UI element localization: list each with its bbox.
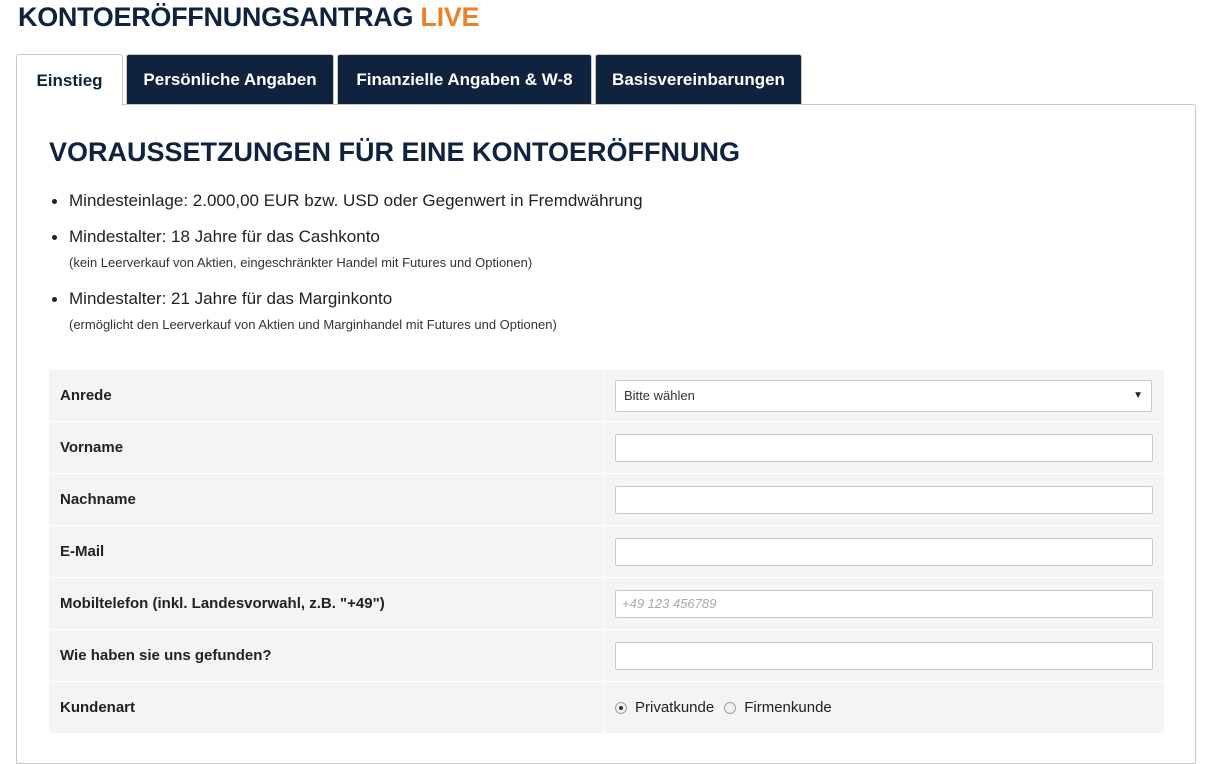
form-row-anrede: Anrede Bitte wählen ▼ [49, 370, 1164, 422]
mobiltelefon-input[interactable] [615, 589, 1153, 618]
page-title: KONTOERÖFFNUNGSANTRAG LIVE [18, 2, 480, 33]
list-item: Mindestalter: 18 Jahre für das Cashkonto… [50, 225, 643, 287]
form-row-email: E-Mail [49, 526, 1164, 578]
list-item: Mindesteinlage: 2.000,00 EUR bzw. USD od… [50, 189, 643, 225]
email-input[interactable] [615, 537, 1153, 566]
requirement-note: (kein Leerverkauf von Aktien, eingeschrä… [69, 255, 533, 270]
mobiltelefon-label: Mobiltelefon (inkl. Landesvorwahl, z.B. … [49, 578, 605, 629]
form-row-mobiltelefon: Mobiltelefon (inkl. Landesvorwahl, z.B. … [49, 578, 1164, 630]
form-row-vorname: Vorname [49, 422, 1164, 474]
requirement-text: Mindestalter: 18 Jahre für das Cashkonto [69, 227, 380, 246]
radio-privatkunde[interactable] [615, 701, 627, 714]
nachname-label: Nachname [49, 474, 605, 525]
requirement-note: (ermöglicht den Leerverkauf von Aktien u… [69, 317, 557, 332]
vorname-field-cell [605, 422, 1164, 473]
requirements-list: Mindesteinlage: 2.000,00 EUR bzw. USD od… [50, 189, 643, 337]
form-row-referral: Wie haben sie uns gefunden? [49, 630, 1164, 682]
live-badge: LIVE [420, 2, 480, 32]
section-title: VORAUSSETZUNGEN FÜR EINE KONTOERÖFFNUNG [49, 137, 741, 167]
tab-persoenliche-angaben[interactable]: Persönliche Angaben [126, 54, 334, 105]
mobiltelefon-field-cell [605, 578, 1164, 629]
tab-einstieg[interactable]: Einstieg [16, 54, 123, 106]
referral-label: Wie haben sie uns gefunden? [49, 630, 605, 681]
kundenart-field-cell: Privatkunde Firmenkunde [605, 682, 1164, 733]
vorname-label: Vorname [49, 422, 605, 473]
form-row-kundenart: Kundenart Privatkunde Firmenkunde [49, 682, 1164, 734]
tab-panel: VORAUSSETZUNGEN FÜR EINE KONTOERÖFFNUNG … [16, 104, 1196, 764]
tab-finanzielle-angaben[interactable]: Finanzielle Angaben & W-8 [337, 54, 592, 105]
kundenart-radio-group: Privatkunde Firmenkunde [615, 699, 834, 716]
requirement-text: Mindestalter: 21 Jahre für das Marginkon… [69, 289, 393, 308]
anrede-field-cell: Bitte wählen ▼ [605, 370, 1164, 421]
radio-option-firmenkunde[interactable]: Firmenkunde [724, 699, 832, 716]
chevron-down-icon: ▼ [1133, 390, 1143, 401]
form-row-nachname: Nachname [49, 474, 1164, 526]
kundenart-label: Kundenart [49, 682, 605, 733]
nachname-input[interactable] [615, 485, 1153, 514]
radio-label: Privatkunde [635, 699, 715, 716]
anrede-selected-value: Bitte wählen [624, 388, 695, 403]
radio-label: Firmenkunde [744, 699, 832, 716]
list-item: Mindestalter: 21 Jahre für das Marginkon… [50, 287, 643, 337]
referral-input[interactable] [615, 641, 1153, 670]
requirement-text: Mindesteinlage: 2.000,00 EUR bzw. USD od… [69, 191, 643, 210]
radio-firmenkunde[interactable] [724, 701, 737, 714]
anrede-label: Anrede [49, 370, 605, 421]
tab-bar: Einstieg Persönliche Angaben Finanzielle… [16, 54, 802, 106]
page-title-text: KONTOERÖFFNUNGSANTRAG [18, 2, 414, 32]
anrede-select[interactable]: Bitte wählen ▼ [615, 379, 1152, 412]
registration-form: Anrede Bitte wählen ▼ Vorname Nachname E… [49, 370, 1164, 734]
radio-option-privatkunde[interactable]: Privatkunde [615, 699, 714, 716]
nachname-field-cell [605, 474, 1164, 525]
vorname-input[interactable] [615, 433, 1153, 462]
referral-field-cell [605, 630, 1164, 681]
email-label: E-Mail [49, 526, 605, 577]
tab-basisvereinbarungen[interactable]: Basisvereinbarungen [595, 54, 802, 105]
email-field-cell [605, 526, 1164, 577]
